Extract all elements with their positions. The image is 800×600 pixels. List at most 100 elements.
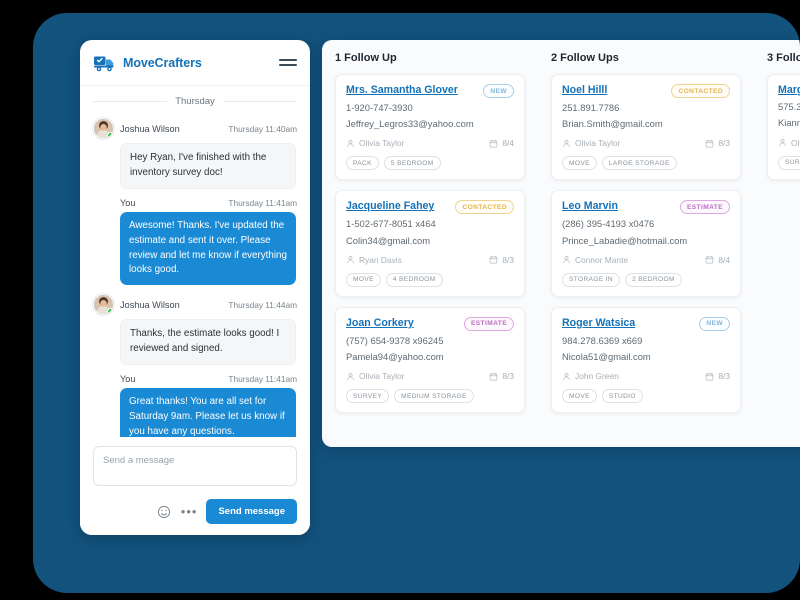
card-tag[interactable]: LARGE STORAGE: [601, 156, 677, 171]
chat-message: Joshua Wilson Thursday 11:40am Hey Ryan, I…: [93, 118, 297, 189]
lead-name-link[interactable]: Noel Hilll: [562, 84, 665, 97]
online-status-dot: [107, 132, 113, 138]
lead-owner-name: Olivia Taylor: [575, 138, 621, 149]
card-header: Roger Watsica NEW: [562, 316, 730, 331]
board-column: 1 Follow Up Mrs. Samantha Glover NEW 1-920-…: [322, 52, 538, 447]
message-timestamp: Thursday 11:40am: [228, 123, 297, 134]
column-title: 3 Follow Ups: [767, 52, 800, 64]
card-tag[interactable]: MOVE: [562, 389, 597, 404]
ellipsis-icon[interactable]: •••: [181, 505, 198, 518]
lead-email: Pamela94@yahoo.com: [346, 351, 444, 363]
hamburger-menu-icon[interactable]: [279, 56, 297, 69]
lead-owner-name: Ryan Davis: [359, 254, 402, 265]
chat-message: You Thursday 11:41am Great thanks! You are…: [93, 374, 297, 437]
avatar: [93, 294, 114, 316]
calendar-icon: [489, 139, 498, 148]
lead-card[interactable]: Mrs. Samantha Glover NEW 1-920-747-3930 Jef…: [335, 74, 525, 181]
lead-owner-name: Olivia Taylor: [359, 138, 405, 149]
card-tag[interactable]: MEDIUM STORAGE: [394, 389, 474, 404]
lead-card[interactable]: Roger Watsica NEW 984.278.6369 x669 Nicola5…: [551, 306, 741, 414]
card-tag[interactable]: 2 BEDROOM: [625, 272, 682, 287]
avatar: [93, 118, 114, 139]
message-timestamp: Thursday 11:41am: [228, 197, 297, 208]
message-input[interactable]: [93, 446, 297, 486]
app-shell: MoveCrafters Thursday Joshua Wilson Thurs…: [33, 13, 800, 593]
lead-owner-name: Olivia Taylor: [791, 137, 800, 148]
lead-name-link[interactable]: Jacqueline Fahey: [346, 200, 449, 213]
card-tag[interactable]: SURVEY: [346, 389, 390, 404]
lead-owner: Olivia Taylor: [778, 138, 800, 148]
card-tag[interactable]: MOVE: [562, 156, 597, 171]
lead-email: Kianna_Champlin@yahoo.com: [778, 117, 800, 129]
message-bubble: Great thanks! You are all set for Saturd…: [120, 388, 296, 437]
message-author: Joshua Wilson: [120, 299, 180, 310]
person-icon: [778, 138, 787, 147]
card-tag[interactable]: STORAGE IN: [562, 272, 621, 287]
lead-phone: 575.300.3918: [778, 101, 800, 113]
lead-email: Jeffrey_Legros33@yahoo.com: [346, 118, 474, 130]
card-meta-row: John Green 8/3: [562, 371, 730, 381]
status-badge: CONTACTED: [671, 84, 730, 98]
lead-name-link[interactable]: Mrs. Samantha Glover: [346, 84, 477, 97]
card-tags: MOVE STUDIO: [562, 389, 730, 404]
lead-card[interactable]: Leo Marvin ESTIMATE (286) 395-4193 x0476 Pr…: [551, 190, 741, 297]
lead-name-link[interactable]: Leo Marvin: [562, 200, 674, 213]
card-tags: PACK 5 BEDROOM: [346, 156, 514, 171]
chat-message: Joshua Wilson Thursday 11:44am Thanks, the…: [93, 294, 297, 366]
message-author: You: [120, 374, 136, 385]
card-tag[interactable]: STUDIO: [601, 389, 643, 404]
lead-owner-name: Olivia Taylor: [359, 371, 405, 382]
message-bubble: Awesome! Thanks. I've updated the estima…: [120, 211, 296, 286]
lead-date: 8/4: [705, 255, 730, 265]
lead-card[interactable]: Joan Corkery ESTIMATE (757) 654-9378 x9624…: [335, 306, 525, 414]
day-divider-label: Thursday: [175, 96, 215, 107]
message-timestamp: Thursday 11:41am: [228, 374, 297, 385]
column-title: 2 Follow Ups: [551, 52, 619, 64]
lead-date-value: 8/3: [718, 138, 730, 149]
lead-card[interactable]: Jacqueline Fahey CONTACTED 1-502-677-8051 …: [335, 190, 525, 297]
status-badge: CONTACTED: [455, 200, 514, 215]
brand-name: MoveCrafters: [123, 55, 202, 70]
card-tags: SURVEY MEDIUM STORAGE: [346, 389, 514, 404]
lead-name-link[interactable]: Marguerite Wisozk: [778, 84, 800, 97]
lead-date-value: 8/4: [502, 138, 514, 149]
message-bubble: Thanks, the estimate looks good! I revie…: [120, 319, 296, 366]
lead-email: Nicola51@gmail.com: [562, 351, 651, 363]
send-message-button[interactable]: Send message: [206, 499, 297, 524]
card-tag[interactable]: 4 BEDROOM: [385, 272, 443, 287]
status-badge: ESTIMATE: [679, 200, 730, 215]
card-tag[interactable]: SURVEY: [778, 155, 800, 170]
message-meta: Joshua Wilson Thursday 11:44am: [93, 294, 297, 316]
person-icon: [346, 139, 355, 148]
lead-date-value: 8/3: [718, 371, 730, 382]
lead-name-link[interactable]: Joan Corkery: [346, 317, 458, 330]
chat-panel: MoveCrafters Thursday Joshua Wilson Thurs…: [80, 40, 310, 535]
lead-date-value: 8/3: [502, 371, 514, 382]
lead-email: Colin34@gmail.com: [346, 234, 431, 246]
lead-phone: (286) 395-4193 x0476: [562, 218, 655, 230]
lead-phone: 1-502-677-8051 x464: [346, 218, 436, 230]
card-meta-row: Olivia Taylor 8/3: [562, 138, 730, 148]
lead-owner: John Green: [562, 371, 619, 381]
lead-email: Prince_Labadie@hotmail.com: [562, 234, 688, 246]
lead-owner: Olivia Taylor: [346, 371, 404, 381]
message-bubble: Hey Ryan, I've finished with the invento…: [120, 143, 296, 189]
card-tag[interactable]: MOVE: [346, 272, 381, 287]
smiley-icon[interactable]: [157, 504, 172, 519]
calendar-icon: [705, 372, 714, 381]
lead-card[interactable]: Marguerite Wisozk 575.300.3918 Kianna_Cham…: [767, 74, 800, 180]
lead-name-link[interactable]: Roger Watsica: [562, 317, 693, 330]
message-meta: Joshua Wilson Thursday 11:40am: [93, 118, 297, 139]
lead-card[interactable]: Noel Hilll CONTACTED 251.891.7786 Brian.Smi…: [551, 74, 741, 181]
message-timestamp: Thursday 11:44am: [228, 299, 297, 310]
card-tags: STORAGE IN 2 BEDROOM: [562, 272, 730, 287]
brand-logo[interactable]: MoveCrafters: [93, 53, 202, 73]
card-tags: SURVEYPACK: [778, 155, 800, 170]
lead-owner: Ryan Davis: [346, 255, 402, 265]
status-badge: NEW: [483, 84, 514, 98]
lead-owner: Connor Mante: [562, 255, 628, 265]
board-column: 3 Follow Ups Marguerite Wisozk 575.300.391…: [754, 52, 800, 447]
card-header: Joan Corkery ESTIMATE: [346, 316, 514, 331]
card-tag[interactable]: 5 BEDROOM: [383, 156, 441, 171]
card-tag[interactable]: PACK: [346, 156, 379, 171]
